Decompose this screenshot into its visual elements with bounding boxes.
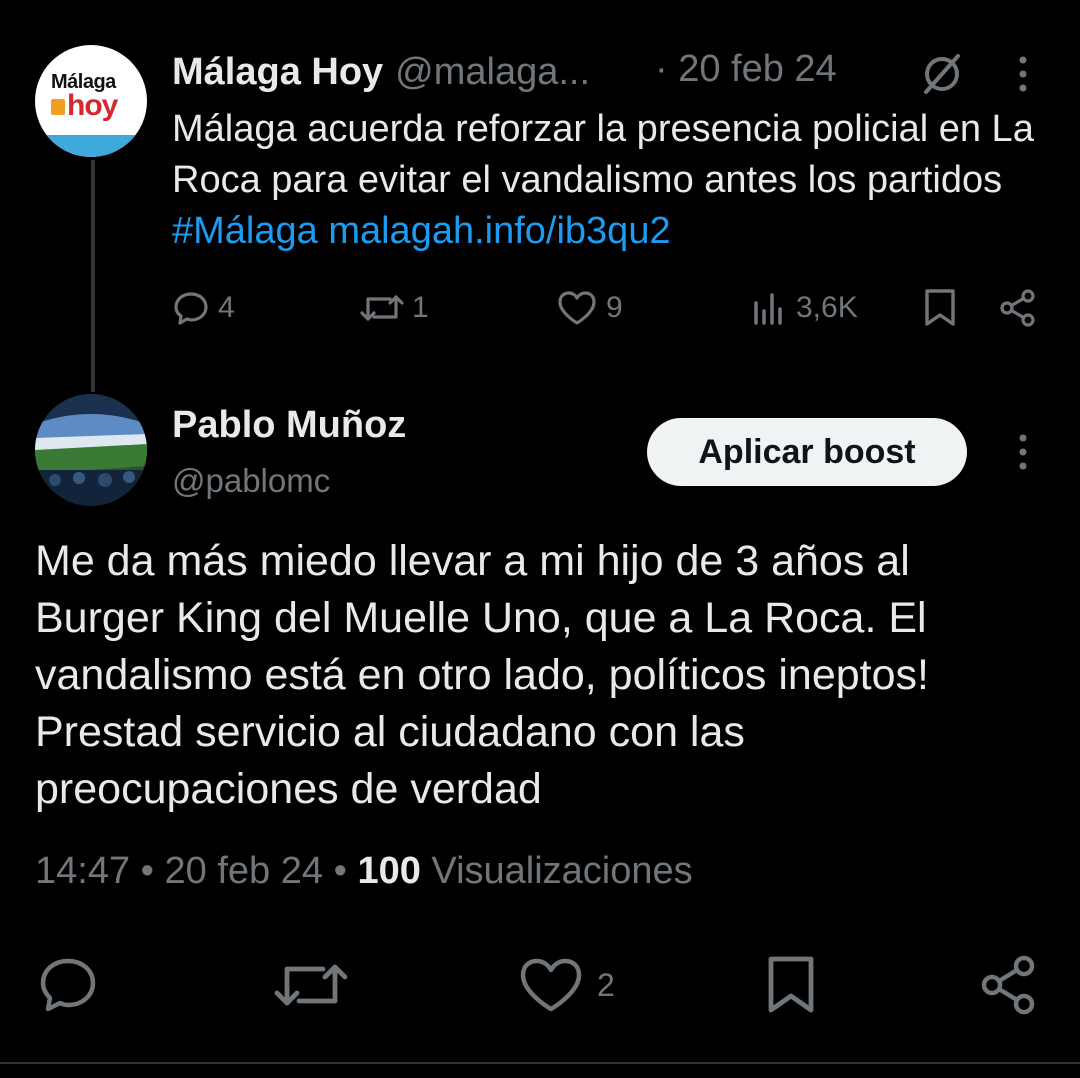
hashtag-link[interactable]: #Málaga [172, 210, 318, 252]
main-repost-button[interactable] [273, 950, 349, 1020]
main-author-name[interactable]: Pablo Muñoz [172, 404, 406, 447]
views-label: Visualizaciones [431, 850, 693, 892]
repost-button[interactable]: 1 [360, 282, 429, 334]
views-count: 3,6K [796, 291, 858, 324]
main-action-bar: 2 [35, 950, 1045, 1020]
more-vertical-icon[interactable] [1006, 54, 1040, 94]
bookmark-button[interactable] [922, 282, 958, 334]
parent-tweet-header: Málaga Hoy @malaga... · 20 feb 24 [172, 48, 837, 96]
parent-author-name[interactable]: Málaga Hoy [172, 51, 383, 94]
repost-icon [274, 964, 348, 1006]
share-button[interactable] [998, 282, 1038, 334]
heart-icon [558, 291, 596, 325]
tweet-time[interactable]: 14:47 [35, 850, 130, 892]
like-count: 9 [606, 291, 623, 324]
parent-tweet-date[interactable]: · 20 feb 24 [655, 48, 837, 91]
more-vertical-icon[interactable] [1006, 432, 1040, 472]
apply-boost-button[interactable]: Aplicar boost [647, 418, 967, 486]
avatar-logo-mark [51, 99, 65, 115]
parent-tweet-body: Málaga acuerda reforzar la presencia pol… [172, 108, 1034, 201]
reply-button[interactable]: 4 [172, 282, 235, 334]
avatar-logo-text-bottom: hoy [67, 89, 118, 122]
heart-icon [520, 958, 582, 1012]
main-like-count: 2 [597, 966, 615, 1003]
pablo-munoz-avatar[interactable] [35, 394, 147, 506]
bookmark-icon [925, 289, 955, 326]
reply-icon [174, 292, 208, 325]
bottom-divider [0, 1062, 1080, 1064]
external-link[interactable]: malagah.info/ib3qu2 [328, 210, 670, 252]
main-reply-button[interactable] [35, 950, 101, 1020]
like-button[interactable]: 9 [556, 282, 623, 334]
parent-author-handle[interactable]: @malaga... [395, 51, 590, 94]
thread-connector-line [91, 160, 95, 392]
meta-separator: • [140, 850, 154, 892]
bookmark-icon [768, 956, 814, 1013]
share-icon [1000, 289, 1035, 327]
main-tweet-text[interactable]: Me da más miedo llevar a mi hijo de 3 añ… [35, 533, 1045, 818]
repost-icon [360, 295, 404, 321]
views-button[interactable]: 3,6K [752, 282, 858, 334]
avatar-logo-band [35, 135, 147, 157]
main-share-button[interactable] [979, 950, 1039, 1020]
views-total: 100 [357, 850, 421, 892]
reply-icon [40, 958, 96, 1012]
parent-tweet-text[interactable]: Málaga acuerda reforzar la presencia pol… [172, 104, 1052, 257]
tweet-date[interactable]: 20 feb 24 [165, 850, 323, 892]
meta-separator: • [333, 850, 347, 892]
main-bookmark-button[interactable] [763, 950, 819, 1020]
slash-circle-icon[interactable] [918, 50, 966, 98]
share-icon [981, 955, 1035, 1015]
views-chart-icon [754, 293, 782, 325]
parent-action-bar: 4 1 9 3,6K [172, 282, 1042, 334]
reply-count: 4 [218, 291, 235, 324]
malaga-hoy-avatar[interactable]: Málaga hoy [35, 45, 147, 157]
tweet-metadata: 14:47 • 20 feb 24 • 100 Visualizaciones [35, 850, 693, 893]
main-author-handle[interactable]: @pablomc [172, 462, 330, 500]
stadium-photo-icon [35, 394, 147, 506]
repost-count: 1 [412, 291, 429, 324]
main-like-button[interactable]: 2 [517, 950, 615, 1020]
